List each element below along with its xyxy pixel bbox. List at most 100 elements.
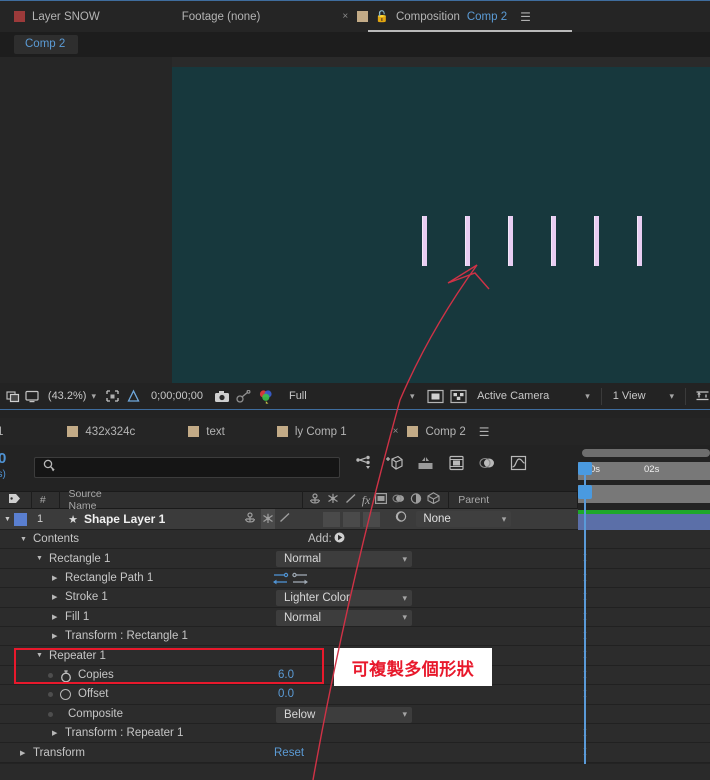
grid-guides-icon[interactable] xyxy=(126,389,141,403)
property-row-offset[interactable]: Offset 0.0 xyxy=(0,685,578,705)
motion-blur-col-icon[interactable] xyxy=(392,491,405,509)
fx-icon[interactable]: fx xyxy=(362,493,371,508)
tag-icon[interactable] xyxy=(8,491,21,509)
motion-blur-icon[interactable] xyxy=(479,455,496,477)
layer-name[interactable]: Shape Layer 1 xyxy=(84,512,165,526)
layer-color-swatch[interactable] xyxy=(13,512,27,526)
timeline-work-area-band[interactable] xyxy=(578,485,710,503)
property-row-transform[interactable]: ▶ Transform Reset xyxy=(0,743,578,763)
playhead-handle[interactable] xyxy=(578,485,592,499)
property-row-contents[interactable]: ▼ Contents Add: xyxy=(0,530,578,550)
project-tab-comp-2[interactable]: × Comp 2 ☰ xyxy=(393,418,490,445)
composite-dropdown[interactable]: Below ▾ xyxy=(276,706,412,723)
offset-value[interactable]: 0.0 xyxy=(278,688,294,700)
track-row-transform-rectangle-1[interactable]: I xyxy=(578,627,710,647)
expand-triangle-icon[interactable]: ▶ xyxy=(52,729,61,737)
layer-switch-motionblur[interactable] xyxy=(343,511,361,527)
property-row-transform-rectangle-1[interactable]: ▶ Transform : Rectangle 1 xyxy=(0,627,578,647)
snapshot-icon[interactable] xyxy=(214,390,230,403)
camera-value[interactable]: Active Camera xyxy=(477,390,549,402)
anchor-switch-icon[interactable] xyxy=(244,510,256,528)
composition-mini-flowchart-icon[interactable] xyxy=(355,455,372,477)
always-preview-icon[interactable] xyxy=(6,390,21,403)
timeline-playhead[interactable] xyxy=(584,462,586,780)
expand-triangle-icon[interactable]: ▶ xyxy=(52,593,61,601)
property-row-stroke-1[interactable]: ▶ Stroke 1 Lighter Color ▾ xyxy=(0,588,578,608)
expand-triangle-icon[interactable]: ▼ xyxy=(20,536,29,543)
timeline-toggle-icon[interactable] xyxy=(695,389,710,403)
close-icon[interactable]: × xyxy=(342,11,348,22)
track-row-contents[interactable] xyxy=(578,530,710,550)
track-row-copies[interactable]: I xyxy=(578,665,710,686)
panel-menu-icon[interactable]: ☰ xyxy=(520,10,531,24)
view-layout-value[interactable]: 1 View xyxy=(613,390,646,402)
view-chevron-down-icon[interactable]: ▾ xyxy=(670,391,675,402)
copies-value[interactable]: 6.0 xyxy=(278,669,294,681)
camera-chevron-down-icon[interactable]: ▾ xyxy=(585,391,590,402)
blend-mode-dropdown[interactable]: Normal ▾ xyxy=(276,551,412,568)
add-menu-icon[interactable] xyxy=(334,530,345,548)
pick-whip-icon[interactable] xyxy=(394,510,408,528)
quality-switch-icon[interactable] xyxy=(327,491,339,509)
tab-layer-snow[interactable]: Layer SNOW xyxy=(0,1,110,33)
mask-visibility-icon[interactable] xyxy=(427,389,445,404)
tab-composition-comp2[interactable]: × 🔓 Composition Comp 2 ☰ xyxy=(332,1,541,33)
magnification-value[interactable]: (43.2%) xyxy=(48,390,87,402)
stopwatch-icon[interactable] xyxy=(60,689,71,701)
property-row-composite[interactable]: Composite Below ▾ xyxy=(0,704,578,724)
composition-canvas[interactable] xyxy=(172,67,710,383)
expand-triangle-icon[interactable]: ▼ xyxy=(36,555,45,562)
search-input[interactable] xyxy=(61,461,331,474)
adjustment-layer-icon[interactable] xyxy=(410,491,422,509)
frame-blending-icon[interactable] xyxy=(448,455,465,477)
project-tab-1[interactable]: 1 xyxy=(0,418,3,445)
timeline-search-field[interactable] xyxy=(34,457,340,478)
column-number-header[interactable]: # xyxy=(40,494,46,506)
panel-menu-icon[interactable]: ☰ xyxy=(479,425,490,439)
expand-triangle-icon[interactable]: ▶ xyxy=(20,749,29,757)
layer-switch-frameblend[interactable] xyxy=(323,511,341,527)
resolution-dropdown[interactable]: Full xyxy=(283,387,366,406)
composition-viewer[interactable] xyxy=(0,57,710,383)
channel-color-icon[interactable] xyxy=(258,389,275,404)
fill-blend-dropdown[interactable]: Normal ▾ xyxy=(276,609,412,626)
transform-reset-link[interactable]: Reset xyxy=(274,747,304,759)
expand-triangle-icon[interactable]: ▶ xyxy=(52,574,61,582)
timeline-horizontal-scrollbar[interactable] xyxy=(582,449,710,457)
track-row-rectangle-1[interactable]: I xyxy=(578,549,710,569)
property-row-fill-1[interactable]: ▶ Fill 1 Normal ▾ xyxy=(0,607,578,627)
resolution-chevron-down-icon[interactable]: ▾ xyxy=(410,391,415,402)
project-tab-text[interactable]: text xyxy=(188,418,225,445)
project-tab-ly-comp-1[interactable]: ly Comp 1 xyxy=(276,418,347,445)
transparency-grid-icon[interactable] xyxy=(449,389,467,404)
parent-dropdown[interactable]: None ▾ xyxy=(416,511,512,527)
track-row-fill-1[interactable]: I xyxy=(578,607,710,627)
tab-footage-none[interactable]: Footage (none) xyxy=(172,1,271,33)
draft-3d-icon[interactable] xyxy=(386,455,403,477)
track-row-transform[interactable]: I xyxy=(578,743,710,763)
layer-switch-3d[interactable] xyxy=(363,511,381,527)
anchor-switch-icon[interactable] xyxy=(309,491,321,509)
hide-shy-layers-icon[interactable] xyxy=(417,455,434,477)
stroke-blend-dropdown[interactable]: Lighter Color ▾ xyxy=(276,590,412,607)
column-parent-header[interactable]: Parent xyxy=(458,494,489,506)
project-tab-432x324c[interactable]: 432x324c xyxy=(67,418,135,445)
property-row-transform-repeater-1[interactable]: ▶ Transform : Repeater 1 xyxy=(0,724,578,744)
graph-editor-icon[interactable] xyxy=(510,455,527,477)
comp-navigator-item[interactable]: Comp 2 xyxy=(14,35,79,54)
monitor-icon[interactable] xyxy=(25,390,40,403)
property-row-rectangle-path-1[interactable]: ▶ Rectangle Path 1 xyxy=(0,568,578,589)
track-row-transform-repeater-1[interactable]: I xyxy=(578,724,710,744)
current-time-display[interactable]: 0;00;00;00 xyxy=(151,390,203,402)
timeline-layer-row[interactable]: ▼ 1 ★ Shape Layer 1 None ▾ xyxy=(0,509,578,530)
playhead-handle-top[interactable] xyxy=(578,462,592,475)
lock-icon[interactable]: 🔓 xyxy=(375,10,389,23)
region-of-interest-icon[interactable] xyxy=(105,389,120,403)
timeline-current-timecode[interactable]: 00 xyxy=(0,450,6,467)
effects-switch-icon[interactable] xyxy=(345,491,357,509)
three-d-layer-icon[interactable] xyxy=(427,491,440,509)
layer-expand-triangle-icon[interactable]: ▼ xyxy=(4,516,11,523)
track-row-offset[interactable]: I xyxy=(578,685,710,705)
layer-duration-bar[interactable] xyxy=(578,514,710,530)
track-row-rectangle-path-1[interactable]: I xyxy=(578,568,710,589)
